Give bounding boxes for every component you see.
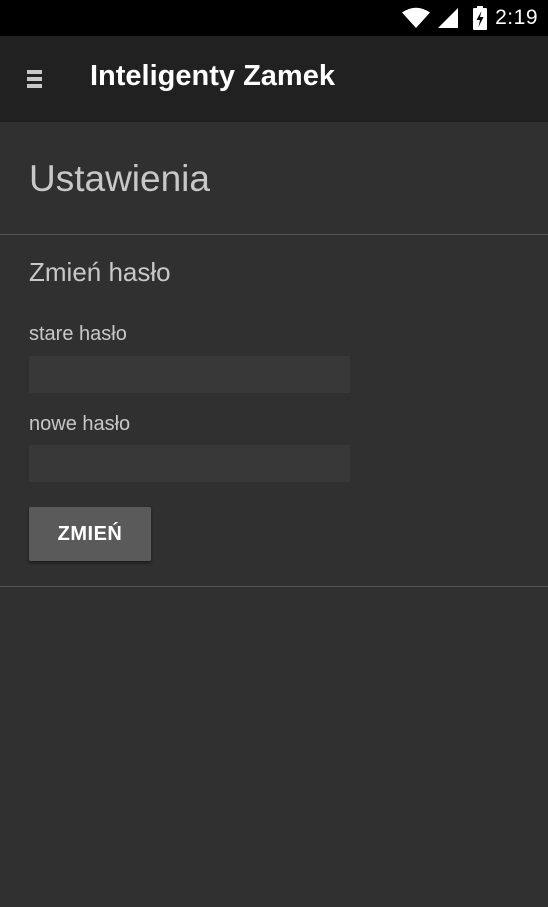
wifi-icon — [401, 7, 431, 29]
app-title: Inteligenty Zamek — [90, 60, 335, 92]
cellular-signal-icon — [437, 7, 459, 29]
status-bar: 2:19 — [0, 0, 548, 36]
app-toolbar: Inteligenty Zamek — [0, 36, 548, 122]
new-password-field[interactable] — [29, 445, 350, 482]
change-password-button[interactable]: ZMIEŃ — [29, 507, 151, 561]
page-title: Ustawienia — [29, 158, 210, 199]
status-icons: 2:19 — [401, 0, 538, 36]
divider — [0, 234, 548, 235]
status-time: 2:19 — [495, 6, 538, 29]
old-password-field[interactable] — [29, 356, 350, 393]
new-password-label: nowe hasło — [29, 413, 131, 435]
old-password-label: stare hasło — [29, 323, 127, 345]
divider — [0, 586, 548, 587]
section-title-change-password: Zmień hasło — [29, 257, 171, 287]
hamburger-menu-icon[interactable] — [22, 64, 52, 94]
battery-charging-icon — [473, 6, 488, 30]
settings-content: Ustawienia Zmień hasło stare hasło nowe … — [0, 122, 548, 907]
